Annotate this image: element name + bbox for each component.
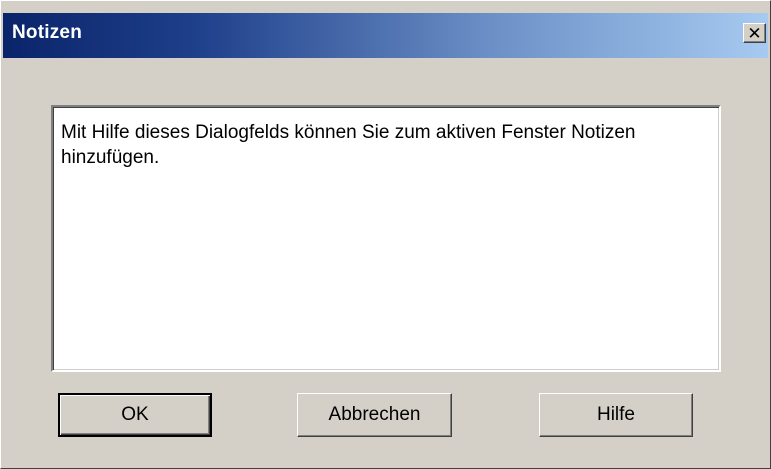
notes-dialog: Notizen ✕ Mit Hilfe dieses Dialogfelds k… bbox=[0, 0, 771, 469]
cancel-button[interactable]: Abbrechen bbox=[297, 393, 452, 437]
notes-textarea[interactable]: Mit Hilfe dieses Dialogfelds können Sie … bbox=[51, 105, 721, 372]
title-bar[interactable]: Notizen ✕ bbox=[3, 13, 768, 58]
help-button[interactable]: Hilfe bbox=[539, 393, 693, 437]
ok-button[interactable]: OK bbox=[58, 393, 212, 437]
close-button[interactable]: ✕ bbox=[743, 23, 766, 43]
dialog-title: Notizen bbox=[12, 22, 83, 43]
close-icon: ✕ bbox=[747, 23, 762, 43]
